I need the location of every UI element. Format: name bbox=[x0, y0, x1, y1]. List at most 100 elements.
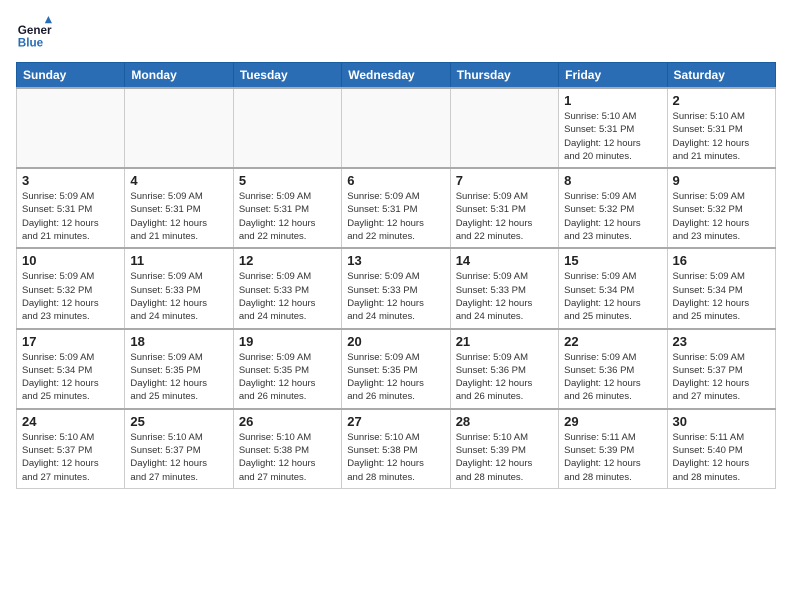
day-number: 15 bbox=[564, 253, 661, 268]
week-row-3: 10 Sunrise: 5:09 AM Sunset: 5:32 PM Dayli… bbox=[17, 248, 776, 328]
day-cell-23: 23 Sunrise: 5:09 AM Sunset: 5:37 PM Dayli… bbox=[667, 329, 775, 409]
day-number: 12 bbox=[239, 253, 336, 268]
week-row-1: 1 Sunrise: 5:10 AM Sunset: 5:31 PM Daylig… bbox=[17, 88, 776, 168]
day-number: 7 bbox=[456, 173, 553, 188]
logo-icon: General Blue bbox=[16, 16, 52, 52]
day-number: 2 bbox=[673, 93, 770, 108]
day-cell-13: 13Sunrise: 5:09 AM Sunset: 5:33 PM Dayli… bbox=[342, 248, 450, 328]
day-cell-6: 6Sunrise: 5:09 AM Sunset: 5:31 PM Daylig… bbox=[342, 168, 450, 248]
day-number: 24 bbox=[22, 414, 119, 429]
day-cell-19: 19 Sunrise: 5:09 AM Sunset: 5:35 PM Dayli… bbox=[233, 329, 341, 409]
day-cell-30: 30 Sunrise: 5:11 AM Sunset: 5:40 PM Dayli… bbox=[667, 409, 775, 489]
day-cell-7: 7 Sunrise: 5:09 AM Sunset: 5:31 PM Daylig… bbox=[450, 168, 558, 248]
empty-cell bbox=[450, 88, 558, 168]
day-cell-28: 28 Sunrise: 5:10 AM Sunset: 5:39 PM Dayli… bbox=[450, 409, 558, 489]
day-info: Sunrise: 5:09 AM Sunset: 5:33 PM Dayligh… bbox=[347, 270, 444, 323]
day-info: Sunrise: 5:09 AM Sunset: 5:33 PM Dayligh… bbox=[456, 270, 553, 323]
day-cell-3: 3 Sunrise: 5:09 AM Sunset: 5:31 PM Daylig… bbox=[17, 168, 125, 248]
day-number: 28 bbox=[456, 414, 553, 429]
day-number: 30 bbox=[673, 414, 770, 429]
day-number: 20 bbox=[347, 334, 444, 349]
day-number: 10 bbox=[22, 253, 119, 268]
day-number: 23 bbox=[673, 334, 770, 349]
day-info: Sunrise: 5:09 AM Sunset: 5:32 PM Dayligh… bbox=[564, 190, 661, 243]
day-info: Sunrise: 5:11 AM Sunset: 5:40 PM Dayligh… bbox=[673, 431, 770, 484]
day-info: Sunrise: 5:10 AM Sunset: 5:37 PM Dayligh… bbox=[22, 431, 119, 484]
day-info: Sunrise: 5:09 AM Sunset: 5:31 PM Dayligh… bbox=[130, 190, 227, 243]
day-info: Sunrise: 5:10 AM Sunset: 5:31 PM Dayligh… bbox=[673, 110, 770, 163]
day-number: 16 bbox=[673, 253, 770, 268]
day-number: 3 bbox=[22, 173, 119, 188]
day-number: 26 bbox=[239, 414, 336, 429]
empty-cell bbox=[17, 88, 125, 168]
day-info: Sunrise: 5:09 AM Sunset: 5:31 PM Dayligh… bbox=[22, 190, 119, 243]
day-number: 22 bbox=[564, 334, 661, 349]
weekday-header-friday: Friday bbox=[559, 63, 667, 89]
day-info: Sunrise: 5:09 AM Sunset: 5:31 PM Dayligh… bbox=[456, 190, 553, 243]
day-info: Sunrise: 5:11 AM Sunset: 5:39 PM Dayligh… bbox=[564, 431, 661, 484]
day-number: 6 bbox=[347, 173, 444, 188]
empty-cell bbox=[342, 88, 450, 168]
weekday-header-tuesday: Tuesday bbox=[233, 63, 341, 89]
day-info: Sunrise: 5:09 AM Sunset: 5:35 PM Dayligh… bbox=[130, 351, 227, 404]
svg-text:Blue: Blue bbox=[18, 37, 44, 50]
day-cell-4: 4 Sunrise: 5:09 AM Sunset: 5:31 PM Daylig… bbox=[125, 168, 233, 248]
day-cell-24: 24 Sunrise: 5:10 AM Sunset: 5:37 PM Dayli… bbox=[17, 409, 125, 489]
day-info: Sunrise: 5:09 AM Sunset: 5:31 PM Dayligh… bbox=[239, 190, 336, 243]
day-info: Sunrise: 5:09 AM Sunset: 5:35 PM Dayligh… bbox=[239, 351, 336, 404]
day-cell-14: 14 Sunrise: 5:09 AM Sunset: 5:33 PM Dayli… bbox=[450, 248, 558, 328]
day-cell-1: 1 Sunrise: 5:10 AM Sunset: 5:31 PM Daylig… bbox=[559, 88, 667, 168]
day-cell-8: 8Sunrise: 5:09 AM Sunset: 5:32 PM Daylig… bbox=[559, 168, 667, 248]
day-cell-22: 22Sunrise: 5:09 AM Sunset: 5:36 PM Dayli… bbox=[559, 329, 667, 409]
day-number: 18 bbox=[130, 334, 227, 349]
empty-cell bbox=[233, 88, 341, 168]
day-info: Sunrise: 5:09 AM Sunset: 5:35 PM Dayligh… bbox=[347, 351, 444, 404]
day-number: 21 bbox=[456, 334, 553, 349]
day-number: 14 bbox=[456, 253, 553, 268]
day-info: Sunrise: 5:10 AM Sunset: 5:38 PM Dayligh… bbox=[347, 431, 444, 484]
page-header: General Blue bbox=[16, 16, 776, 52]
day-cell-17: 17Sunrise: 5:09 AM Sunset: 5:34 PM Dayli… bbox=[17, 329, 125, 409]
day-info: Sunrise: 5:09 AM Sunset: 5:33 PM Dayligh… bbox=[130, 270, 227, 323]
day-number: 17 bbox=[22, 334, 119, 349]
day-info: Sunrise: 5:10 AM Sunset: 5:38 PM Dayligh… bbox=[239, 431, 336, 484]
svg-text:General: General bbox=[18, 24, 52, 37]
day-cell-2: 2 Sunrise: 5:10 AM Sunset: 5:31 PM Daylig… bbox=[667, 88, 775, 168]
day-cell-9: 9 Sunrise: 5:09 AM Sunset: 5:32 PM Daylig… bbox=[667, 168, 775, 248]
day-cell-12: 12 Sunrise: 5:09 AM Sunset: 5:33 PM Dayli… bbox=[233, 248, 341, 328]
weekday-header-row: SundayMondayTuesdayWednesdayThursdayFrid… bbox=[17, 63, 776, 89]
day-number: 25 bbox=[130, 414, 227, 429]
calendar: SundayMondayTuesdayWednesdayThursdayFrid… bbox=[16, 62, 776, 489]
day-info: Sunrise: 5:10 AM Sunset: 5:39 PM Dayligh… bbox=[456, 431, 553, 484]
week-row-2: 3 Sunrise: 5:09 AM Sunset: 5:31 PM Daylig… bbox=[17, 168, 776, 248]
day-cell-16: 16 Sunrise: 5:09 AM Sunset: 5:34 PM Dayli… bbox=[667, 248, 775, 328]
day-number: 1 bbox=[564, 93, 661, 108]
day-cell-29: 29 Sunrise: 5:11 AM Sunset: 5:39 PM Dayli… bbox=[559, 409, 667, 489]
day-number: 29 bbox=[564, 414, 661, 429]
day-number: 11 bbox=[130, 253, 227, 268]
day-number: 19 bbox=[239, 334, 336, 349]
day-cell-10: 10 Sunrise: 5:09 AM Sunset: 5:32 PM Dayli… bbox=[17, 248, 125, 328]
day-cell-11: 11 Sunrise: 5:09 AM Sunset: 5:33 PM Dayli… bbox=[125, 248, 233, 328]
day-cell-5: 5 Sunrise: 5:09 AM Sunset: 5:31 PM Daylig… bbox=[233, 168, 341, 248]
day-cell-20: 20 Sunrise: 5:09 AM Sunset: 5:35 PM Dayli… bbox=[342, 329, 450, 409]
day-info: Sunrise: 5:09 AM Sunset: 5:36 PM Dayligh… bbox=[456, 351, 553, 404]
day-number: 5 bbox=[239, 173, 336, 188]
day-info: Sunrise: 5:09 AM Sunset: 5:37 PM Dayligh… bbox=[673, 351, 770, 404]
week-row-4: 17Sunrise: 5:09 AM Sunset: 5:34 PM Dayli… bbox=[17, 329, 776, 409]
day-info: Sunrise: 5:09 AM Sunset: 5:33 PM Dayligh… bbox=[239, 270, 336, 323]
day-cell-21: 21 Sunrise: 5:09 AM Sunset: 5:36 PM Dayli… bbox=[450, 329, 558, 409]
weekday-header-monday: Monday bbox=[125, 63, 233, 89]
weekday-header-wednesday: Wednesday bbox=[342, 63, 450, 89]
day-info: Sunrise: 5:09 AM Sunset: 5:32 PM Dayligh… bbox=[673, 190, 770, 243]
day-number: 27 bbox=[347, 414, 444, 429]
day-info: Sunrise: 5:09 AM Sunset: 5:34 PM Dayligh… bbox=[673, 270, 770, 323]
day-cell-15: 15Sunrise: 5:09 AM Sunset: 5:34 PM Dayli… bbox=[559, 248, 667, 328]
weekday-header-saturday: Saturday bbox=[667, 63, 775, 89]
day-number: 4 bbox=[130, 173, 227, 188]
day-cell-25: 25Sunrise: 5:10 AM Sunset: 5:37 PM Dayli… bbox=[125, 409, 233, 489]
day-number: 9 bbox=[673, 173, 770, 188]
day-info: Sunrise: 5:10 AM Sunset: 5:31 PM Dayligh… bbox=[564, 110, 661, 163]
day-info: Sunrise: 5:09 AM Sunset: 5:32 PM Dayligh… bbox=[22, 270, 119, 323]
week-row-5: 24 Sunrise: 5:10 AM Sunset: 5:37 PM Dayli… bbox=[17, 409, 776, 489]
